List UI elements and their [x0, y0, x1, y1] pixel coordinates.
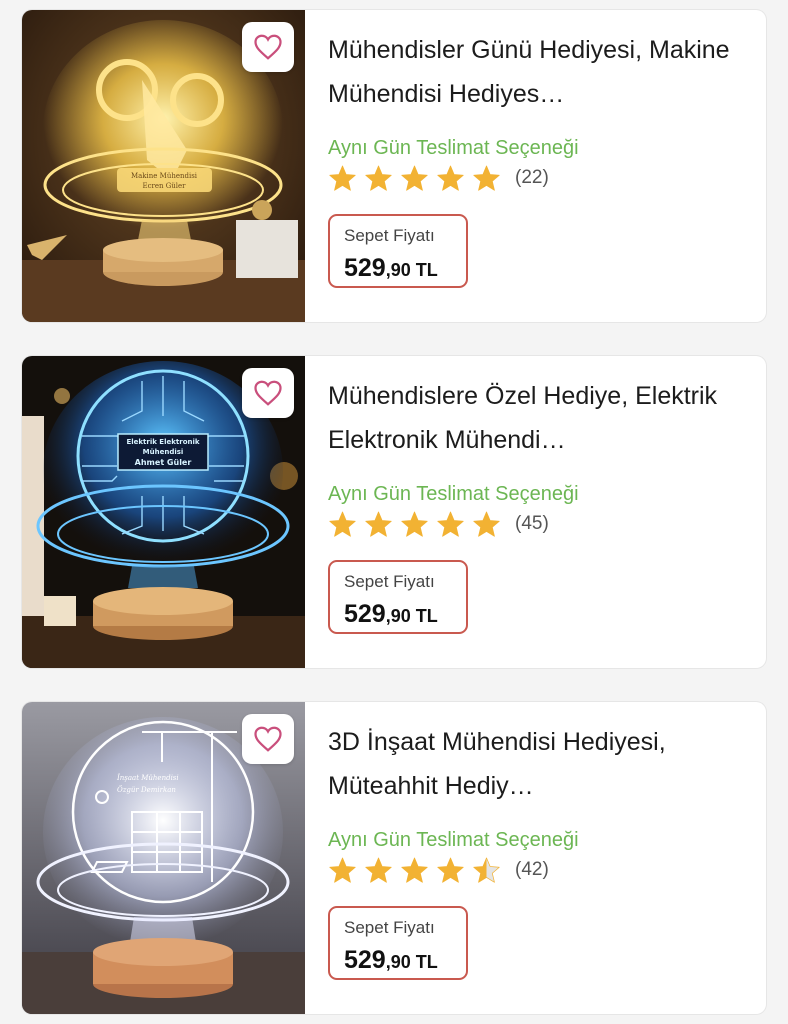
product-list: Makine Mühendisi Ecren Güler Mühendisler…: [0, 0, 788, 1024]
price-value: 529,90 TL: [344, 600, 438, 628]
product-title[interactable]: Mühendislere Özel Hediye, Elektrik Elekt…: [328, 374, 748, 462]
star-rating: [328, 164, 501, 192]
delivery-option: Aynı Gün Teslimat Seçeneği: [328, 137, 579, 159]
favorite-button[interactable]: [242, 22, 294, 72]
heart-outline-icon: [254, 380, 282, 406]
delivery-option: Aynı Gün Teslimat Seçeneği: [328, 483, 579, 505]
star-rating: [328, 510, 501, 538]
star-icon: [401, 511, 428, 537]
rating: (42): [328, 856, 748, 884]
price-label: Sepet Fiyatı: [344, 226, 435, 245]
star-icon: [365, 165, 392, 191]
svg-text:Ahmet Güler: Ahmet Güler: [135, 458, 192, 467]
star-icon: [401, 165, 428, 191]
favorite-button[interactable]: [242, 368, 294, 418]
star-icon: [329, 165, 356, 191]
rating: (45): [328, 510, 748, 538]
product-card[interactable]: Makine Mühendisi Ecren Güler Mühendisler…: [22, 10, 766, 322]
star-icon: [473, 511, 500, 537]
star-icon: [473, 165, 500, 191]
review-count: (22): [515, 167, 549, 188]
star-icon: [365, 857, 392, 883]
price-value: 529,90 TL: [344, 254, 438, 282]
basket-price: Sepet Fiyatı 529,90 TL: [328, 214, 468, 288]
product-title[interactable]: 3D İnşaat Mühendisi Hediyesi, Müteahhit …: [328, 720, 748, 808]
star-icon: [329, 857, 356, 883]
delivery-option: Aynı Gün Teslimat Seçeneği: [328, 829, 579, 851]
star-icon: [437, 511, 464, 537]
star-icon: [437, 165, 464, 191]
star-icon: [365, 511, 392, 537]
price-value: 529,90 TL: [344, 946, 438, 974]
star-icon: [401, 857, 428, 883]
svg-text:Makine Mühendisi: Makine Mühendisi: [131, 172, 198, 180]
basket-price: Sepet Fiyatı 529,90 TL: [328, 560, 468, 634]
svg-text:İnşaat Mühendisi: İnşaat Mühendisi: [116, 773, 179, 782]
star-rating: [328, 856, 501, 884]
svg-text:Elektrik Elektronik: Elektrik Elektronik: [126, 438, 199, 446]
svg-text:Ecren Güler: Ecren Güler: [142, 182, 186, 190]
product-card[interactable]: Elektrik Elektronik Mühendisi Ahmet Güle…: [22, 356, 766, 668]
price-label: Sepet Fiyatı: [344, 572, 435, 591]
heart-outline-icon: [254, 34, 282, 60]
svg-text:Özgür Demirkan: Özgür Demirkan: [117, 785, 176, 794]
basket-price: Sepet Fiyatı 529,90 TL: [328, 906, 468, 980]
svg-text:Mühendisi: Mühendisi: [143, 448, 184, 456]
price-label: Sepet Fiyatı: [344, 918, 435, 937]
product-title[interactable]: Mühendisler Günü Hediyesi, Makine Mühend…: [328, 28, 748, 116]
star-icon: [329, 511, 356, 537]
review-count: (42): [515, 859, 549, 880]
heart-outline-icon: [254, 726, 282, 752]
star-icon: [473, 857, 500, 883]
favorite-button[interactable]: [242, 714, 294, 764]
product-card[interactable]: İnşaat Mühendisi Özgür Demirkan 3D İnşaa…: [22, 702, 766, 1014]
rating: (22): [328, 164, 748, 192]
review-count: (45): [515, 513, 549, 534]
star-icon: [437, 857, 464, 883]
